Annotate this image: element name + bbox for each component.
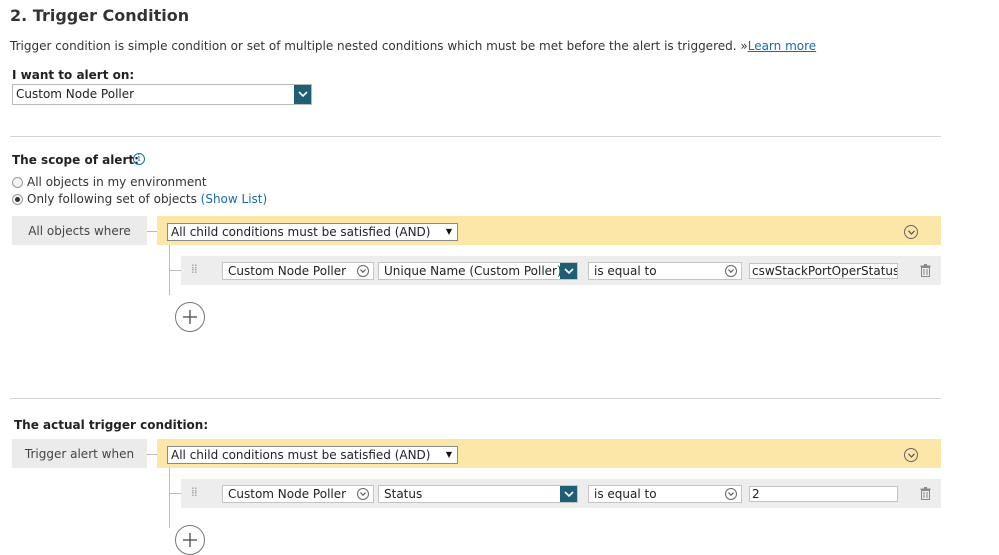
info-icon[interactable]: i — [133, 153, 145, 165]
divider-1 — [10, 136, 941, 137]
trigger-add-condition-button[interactable] — [175, 525, 205, 555]
drag-handle-icon[interactable]: ⁞⁞ — [191, 263, 198, 275]
trash-icon[interactable] — [920, 264, 931, 277]
divider-2 — [10, 398, 941, 399]
chevron-down-icon — [560, 486, 577, 502]
learn-more-link[interactable]: Learn more — [748, 39, 816, 53]
scope-add-condition-button[interactable] — [175, 302, 205, 332]
scope-entity-select[interactable]: Custom Node Poller — [222, 262, 374, 280]
trigger-entity-select[interactable]: Custom Node Poller — [222, 485, 374, 503]
section-title: 2. Trigger Condition — [10, 6, 190, 25]
trigger-group-label: Trigger alert when — [12, 439, 147, 468]
radio-all-objects[interactable] — [12, 176, 23, 188]
trigger-operator-value: is equal to — [594, 487, 657, 501]
tree-line — [169, 493, 181, 494]
description-text: Trigger condition is simple condition or… — [10, 39, 748, 53]
triangle-down-icon: ▼ — [445, 227, 452, 236]
trigger-value-text: 2 — [752, 487, 760, 501]
trigger-group-operator-select[interactable]: All child conditions must be satisfied (… — [167, 446, 458, 464]
trigger-entity-value: Custom Node Poller — [228, 487, 347, 501]
trigger-operator-select[interactable]: is equal to — [588, 485, 742, 503]
scope-option-following[interactable]: Only following set of objects (Show List… — [12, 192, 267, 206]
chevron-down-icon — [725, 488, 737, 500]
trigger-value-input[interactable]: 2 — [749, 486, 898, 502]
trigger-group-operator-value: All child conditions must be satisfied (… — [171, 448, 431, 462]
scope-group-collapse-icon[interactable] — [904, 225, 918, 239]
scope-group-label: All objects where — [12, 216, 147, 245]
chevron-down-icon — [294, 85, 311, 104]
radio-following-objects[interactable] — [12, 193, 23, 205]
alert-on-select[interactable]: Custom Node Poller — [12, 84, 312, 105]
triangle-down-icon: ▼ — [445, 450, 452, 459]
scope-group-operator-value: All child conditions must be satisfied (… — [171, 225, 431, 239]
tree-line — [169, 270, 181, 271]
plus-icon — [183, 533, 197, 547]
scope-option-all-label: All objects in my environment — [27, 175, 207, 189]
trigger-label: The actual trigger condition: — [14, 418, 209, 432]
trigger-group-collapse-icon[interactable] — [904, 448, 918, 462]
trigger-field-select[interactable]: Status — [378, 485, 578, 503]
scope-field-select[interactable]: Unique Name (Custom Poller) — [378, 262, 578, 280]
show-list-link[interactable]: (Show List) — [201, 192, 268, 206]
scope-label: The scope of alert: — [12, 153, 139, 167]
plus-icon — [183, 310, 197, 324]
alert-on-label: I want to alert on: — [12, 68, 135, 82]
tree-line — [169, 468, 170, 528]
scope-group-operator-select[interactable]: All child conditions must be satisfied (… — [167, 223, 458, 241]
chevron-down-icon — [725, 265, 737, 277]
drag-handle-icon[interactable]: ⁞⁞ — [191, 486, 198, 498]
scope-operator-select[interactable]: is equal to — [588, 262, 742, 280]
scope-option-all[interactable]: All objects in my environment — [12, 175, 207, 189]
section-description: Trigger condition is simple condition or… — [10, 39, 816, 53]
scope-option-following-label: Only following set of objects — [27, 192, 197, 206]
alert-on-value: Custom Node Poller — [16, 87, 135, 101]
trash-icon[interactable] — [920, 487, 931, 500]
scope-value-text: cswStackPortOperStatus — [752, 264, 898, 278]
scope-field-value: Unique Name (Custom Poller) — [384, 264, 562, 278]
trigger-field-value: Status — [384, 487, 423, 501]
chevron-down-icon — [357, 488, 369, 500]
chevron-down-icon — [560, 263, 577, 279]
chevron-down-icon — [357, 265, 369, 277]
scope-operator-value: is equal to — [594, 264, 657, 278]
scope-entity-value: Custom Node Poller — [228, 264, 347, 278]
scope-value-input[interactable]: cswStackPortOperStatus — [749, 263, 898, 279]
